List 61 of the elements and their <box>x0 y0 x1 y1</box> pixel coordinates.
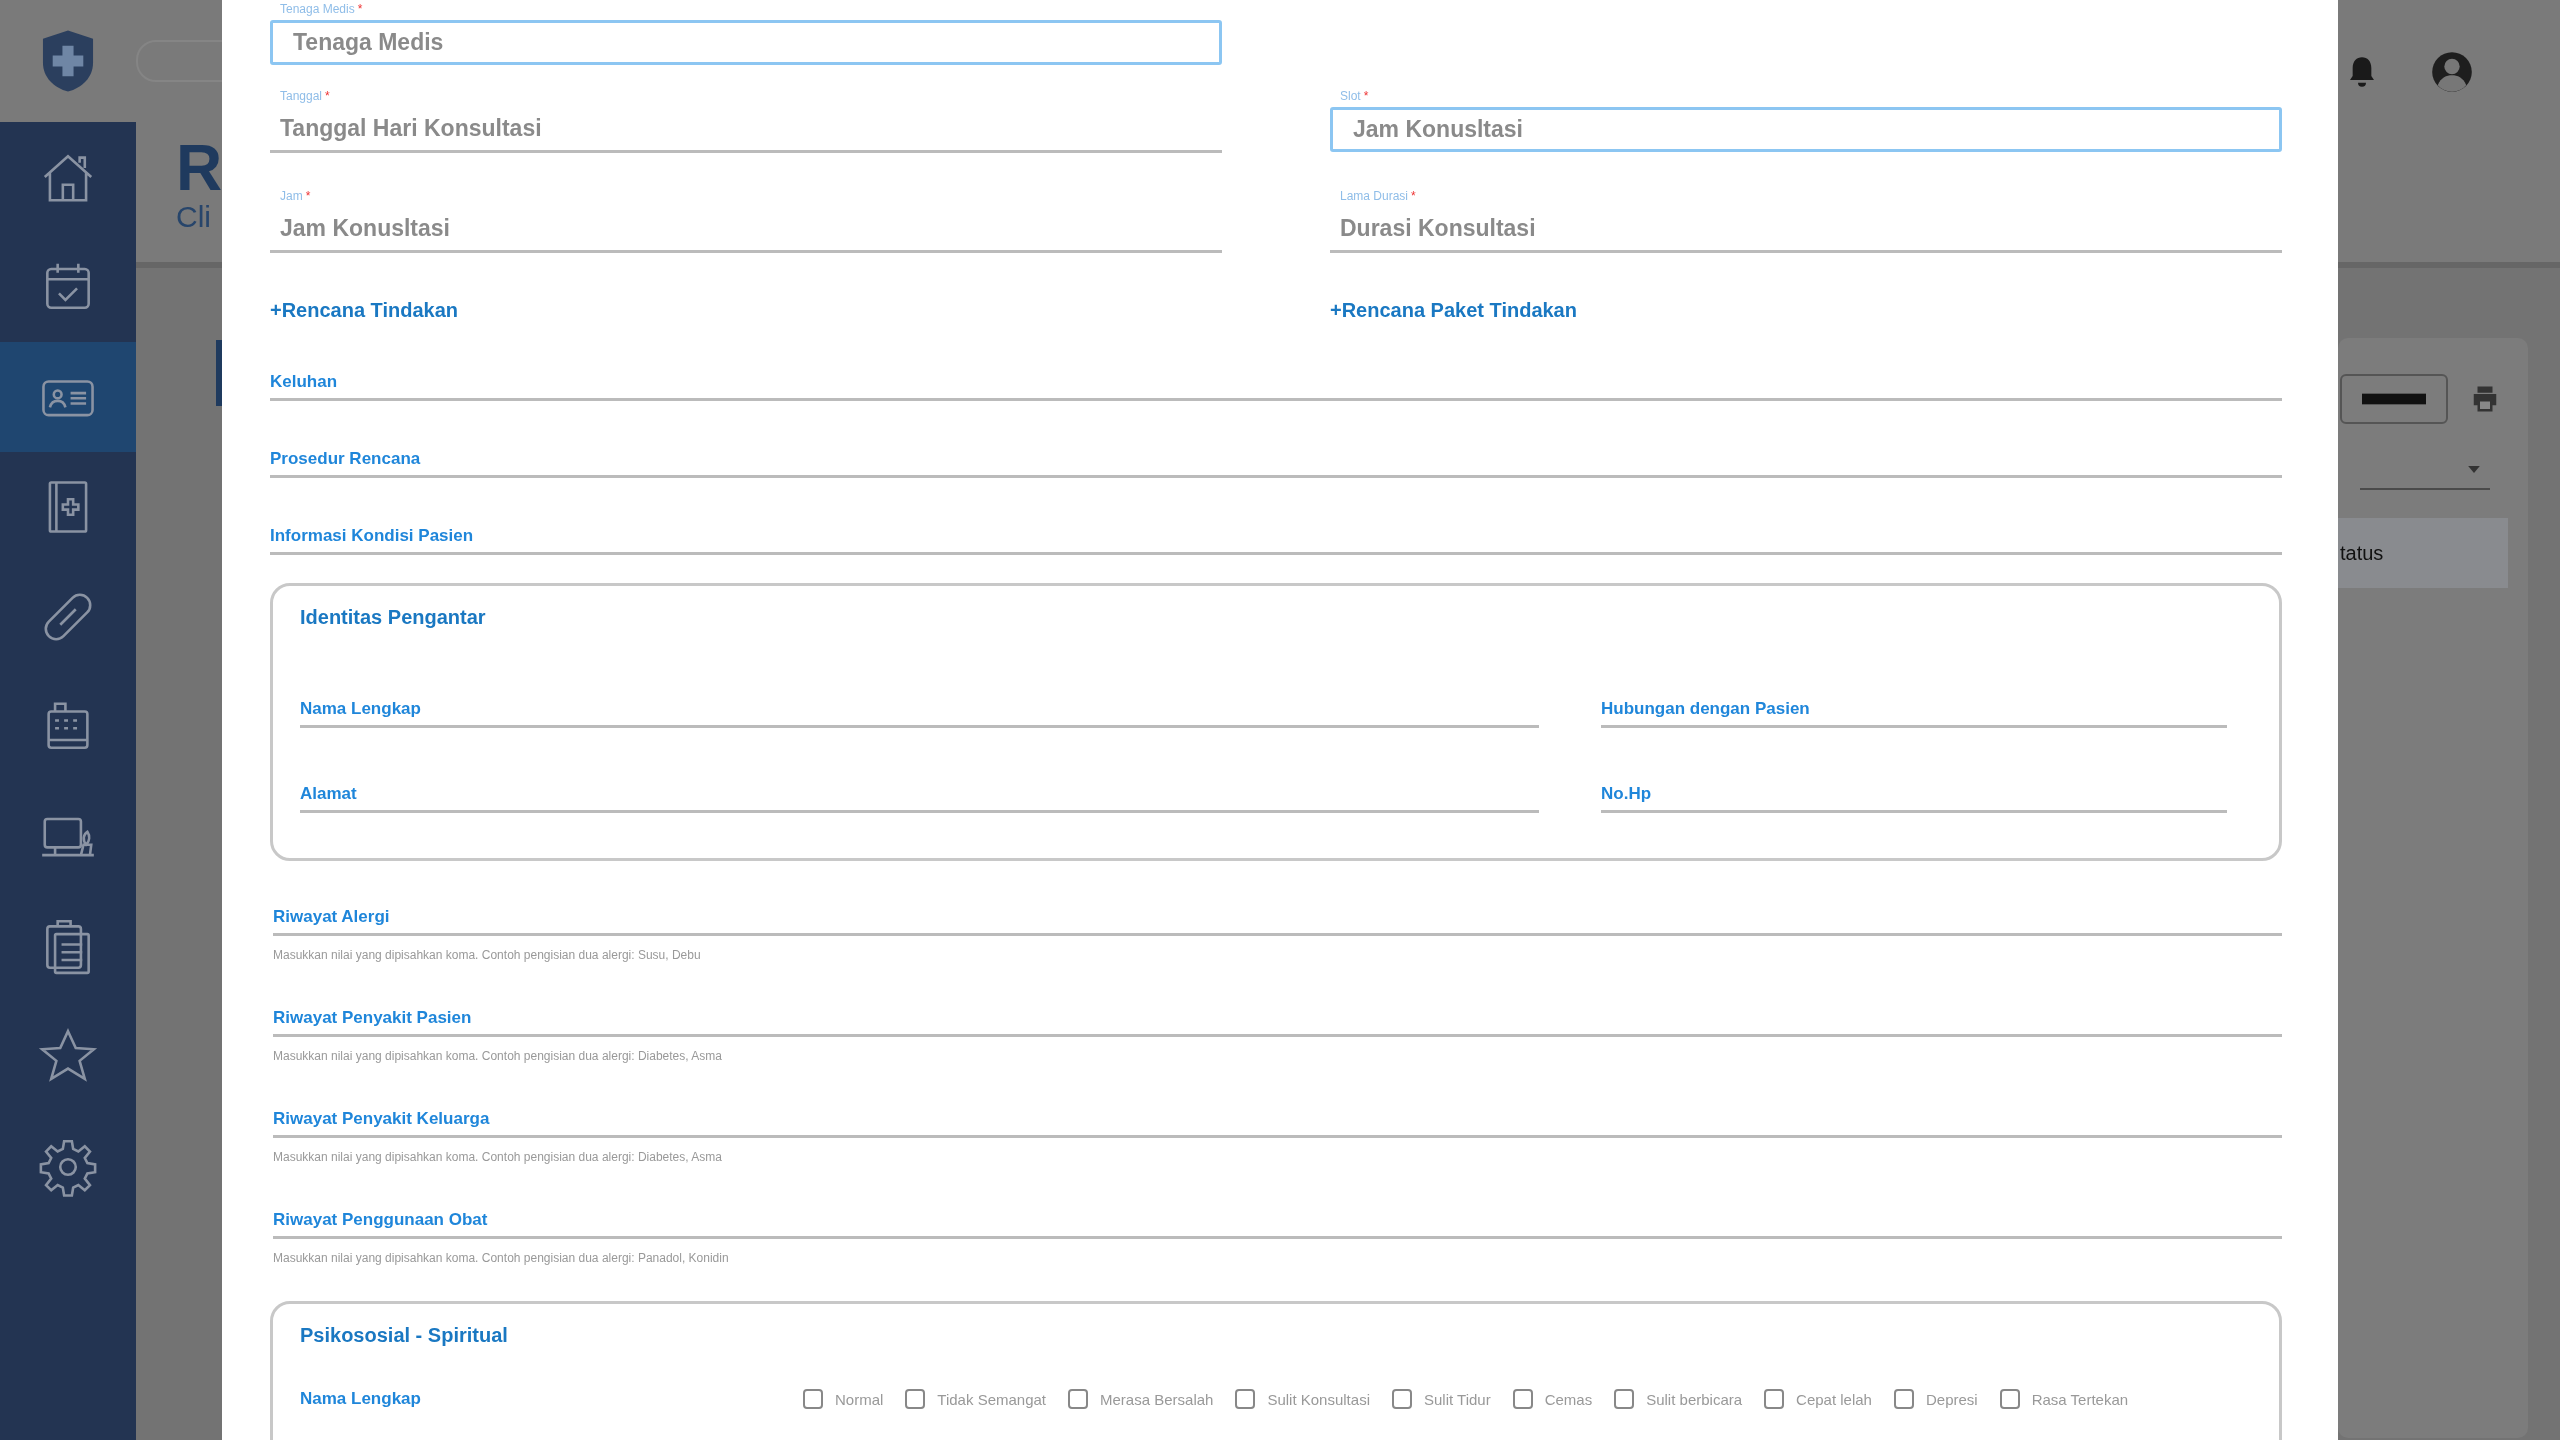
required-mark: * <box>1363 89 1369 103</box>
checkbox[interactable] <box>803 1389 823 1409</box>
required-mark: * <box>357 2 363 16</box>
checkbox-option[interactable]: Cepat lelah <box>1764 1389 1872 1409</box>
checkbox-option[interactable]: Tidak Semangat <box>905 1389 1046 1409</box>
checkbox-option[interactable]: Sulit Konsultasi <box>1235 1389 1370 1409</box>
filter-button[interactable] <box>2340 374 2448 424</box>
caret-icon <box>2468 466 2480 473</box>
add-link[interactable]: +Rencana Paket Tindakan <box>1330 299 1577 322</box>
page-subtitle: Cli <box>176 200 211 234</box>
helper-text: Masukkan nilai yang dipisahkan koma. Contoh pengisian dua alergi: Panadol, Konidin <box>273 1251 730 1265</box>
helper-text: Masukkan nilai yang dipisahkan koma. Contoh pengisian dua alergi: Diabetes, Asma <box>273 1049 723 1063</box>
input-field[interactable]: Hubungan dengan Pasien <box>1601 699 2227 728</box>
checkbox[interactable] <box>1893 1389 1914 1409</box>
checkbox-option[interactable]: Sulit berbicara <box>1614 1389 1743 1409</box>
input-field[interactable]: Informasi Kondisi Pasien <box>270 526 2282 555</box>
helper-text: Masukkan nilai yang dipisahkan koma. Contoh pengisian dua alergi: Susu, Debu <box>273 948 702 962</box>
checkbox-option[interactable]: Rasa Tertekan <box>1999 1389 2129 1409</box>
checkbox[interactable] <box>1999 1389 2020 1409</box>
section-title: Psikososial - Spiritual <box>300 1324 508 1347</box>
column-header: tatus <box>2340 541 2384 565</box>
bar-icon <box>2362 393 2426 405</box>
input-field[interactable]: Riwayat Alergi <box>273 907 2282 936</box>
checkbox[interactable] <box>1235 1389 1256 1409</box>
checkbox[interactable] <box>1391 1389 1412 1409</box>
section-title: Identitas Pengantar <box>300 606 486 629</box>
checkbox-option[interactable]: Normal <box>803 1389 884 1409</box>
required-mark: * <box>1411 189 1416 203</box>
checkbox[interactable] <box>1764 1389 1785 1409</box>
input-field[interactable]: Prosedur Rencana <box>270 449 2282 478</box>
sidebar-item[interactable] <box>0 342 136 452</box>
shield-logo-icon <box>40 29 96 93</box>
field-label: Tanggal * <box>279 89 330 103</box>
input-field[interactable]: Riwayat Penyakit Keluarga <box>273 1109 2282 1138</box>
input-field[interactable]: Alamat <box>300 784 1539 813</box>
checkbox-option[interactable]: Merasa Bersalah <box>1068 1389 1214 1409</box>
user-avatar-icon[interactable] <box>2430 50 2474 94</box>
helper-text: Masukkan nilai yang dipisahkan koma. Contoh pengisian dua alergi: Diabetes, Asma <box>273 1150 723 1164</box>
checkbox-option[interactable]: Depresi <box>1893 1389 1978 1409</box>
field-label: Lama Durasi * <box>1339 189 1416 203</box>
checkbox[interactable] <box>1068 1389 1088 1409</box>
required-mark: * <box>305 189 311 203</box>
checkbox[interactable] <box>1614 1389 1635 1409</box>
input-field[interactable]: Jam Konusltasi <box>1330 107 2282 152</box>
field-label: Slot * <box>1339 89 1369 103</box>
input-field[interactable]: Nama Lengkap <box>300 699 1539 728</box>
required-mark: * <box>325 89 330 103</box>
checkbox[interactable] <box>1512 1389 1533 1409</box>
input-field[interactable]: Tenaga Medis <box>270 20 1222 65</box>
field-label: Tenaga Medis * <box>279 2 363 16</box>
add-link[interactable]: +Rencana Tindakan <box>270 299 459 322</box>
input-field[interactable]: Riwayat Penyakit Pasien <box>273 1008 2282 1037</box>
checkbox-option[interactable]: Cemas <box>1512 1389 1593 1409</box>
page-title: R <box>176 136 223 200</box>
input-field[interactable]: No.Hp <box>1601 784 2227 813</box>
field-label: Jam * <box>279 189 311 203</box>
input-field[interactable]: Riwayat Penggunaan Obat <box>273 1210 2282 1239</box>
checkbox-option[interactable]: Sulit Tidur <box>1391 1389 1491 1409</box>
row-label: Nama Lengkap <box>300 1389 422 1409</box>
input-field[interactable]: Keluhan <box>270 372 2282 401</box>
checkbox[interactable] <box>905 1389 926 1409</box>
